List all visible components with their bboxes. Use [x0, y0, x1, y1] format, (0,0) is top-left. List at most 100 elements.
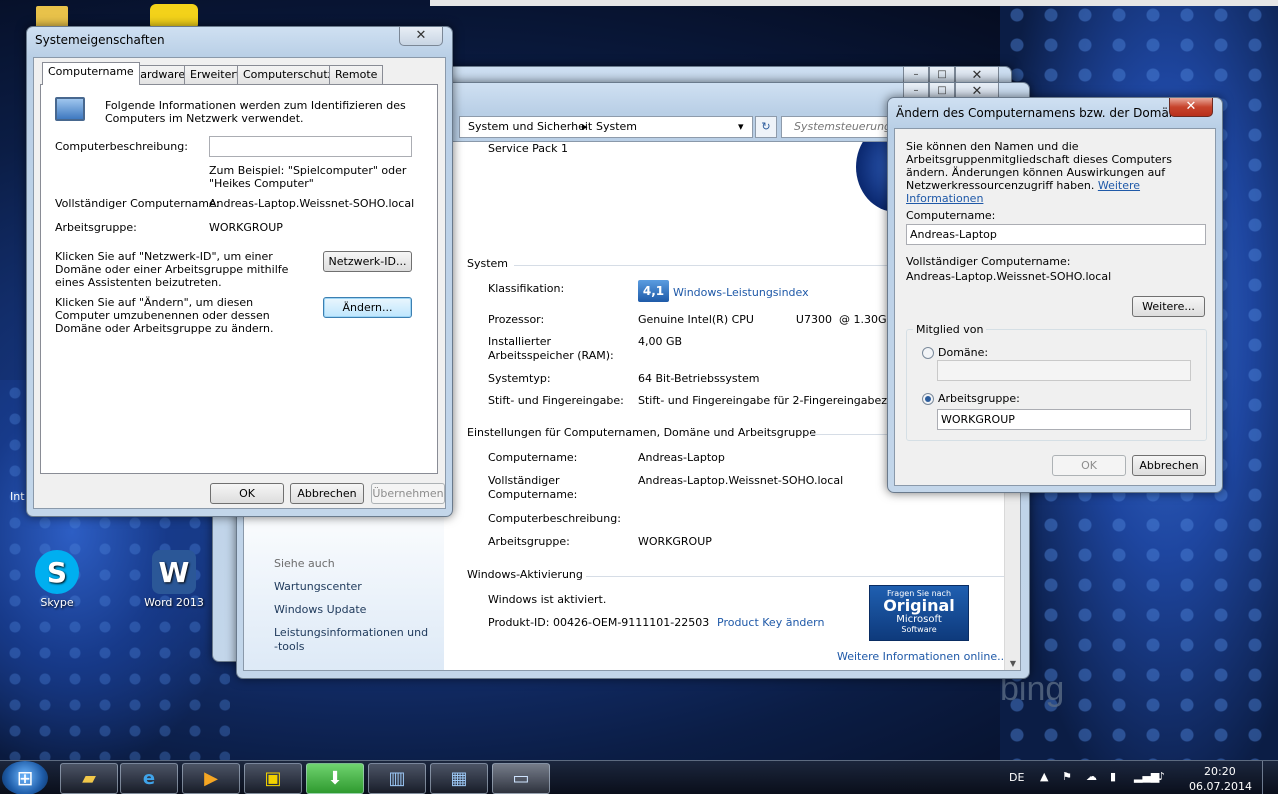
show-desktop-button[interactable] [1262, 761, 1278, 794]
see-also-heading: Siehe auch [274, 557, 335, 570]
computername-input[interactable]: Andreas-Laptop [906, 224, 1206, 245]
row-value-workgroup: WORKGROUP [638, 535, 712, 548]
close-button[interactable]: ✕ [1169, 98, 1213, 117]
cloud-icon[interactable]: ☁ [1086, 770, 1097, 783]
network-icon[interactable]: ▂▄▆ [1134, 770, 1159, 783]
cancel-button[interactable]: Abbrechen [1132, 455, 1206, 476]
row-label-pen-touch: Stift- und Fingereingabe: [488, 394, 624, 407]
link-leistungsinformationen[interactable]: Leistungsinformationen und -tools [274, 626, 434, 654]
taskbar-presentation-icon[interactable]: ▣ [244, 763, 302, 794]
divider [586, 576, 1004, 577]
service-pack-text: Service Pack 1 [488, 142, 568, 155]
search-input[interactable]: Systemsteuerung [781, 116, 891, 138]
ok-button[interactable]: OK [210, 483, 284, 504]
ok-button[interactable]: OK [1052, 455, 1126, 476]
taskbar-media-player-icon[interactable]: ▶ [182, 763, 240, 794]
link-more-info-online[interactable]: Weitere Informationen online... [837, 650, 1008, 663]
taskbar-remote-icon[interactable]: ▥ [368, 763, 426, 794]
domain-radio[interactable] [922, 347, 934, 359]
row-label-description: Computerbeschreibung: [488, 512, 621, 525]
clock-date[interactable]: 06.07.2014 [1189, 780, 1252, 793]
row-label-processor: Prozessor: [488, 313, 545, 326]
section-system-heading: System [467, 257, 509, 270]
row-value-processor: Genuine Intel(R) CPU U7300 @ 1.30GHz 1 [638, 313, 919, 326]
show-hidden-icons[interactable]: ▲ [1040, 770, 1048, 783]
apply-button[interactable]: Übernehmen [371, 483, 445, 504]
genuine-microsoft-badge[interactable]: Fragen Sie nach Original Microsoft Softw… [869, 585, 969, 641]
cancel-button[interactable]: Abbrechen [290, 483, 364, 504]
fullname-label: Vollständiger Computername: [906, 255, 1071, 268]
tab-computerschutz[interactable]: Computerschutz [237, 65, 340, 84]
section-activation-heading: Windows-Aktivierung [467, 568, 583, 581]
genuine-line: Microsoft [896, 614, 942, 625]
tab-remote[interactable]: Remote [329, 65, 384, 84]
tab-panel: Folgende Informationen werden zum Identi… [40, 84, 438, 474]
row-value-pen-touch: Stift- und Fingereingabe für 2-Fingerein… [638, 394, 897, 407]
desktop-icon-word[interactable]: W Word 2013 [139, 550, 209, 609]
rename-dialog: Ändern des Computernamens bzw. der Domän… [887, 97, 1223, 493]
workgroup-label: Arbeitsgruppe: [938, 392, 1020, 405]
workgroup-value: WORKGROUP [209, 221, 283, 234]
change-button[interactable]: Ändern... [323, 297, 412, 318]
volume-icon[interactable]: ♪ [1158, 770, 1165, 783]
language-indicator[interactable]: DE [1009, 771, 1024, 784]
battery-icon[interactable]: ▮ [1110, 770, 1116, 783]
taskbar-internet-explorer-icon[interactable]: e [120, 763, 178, 794]
close-button[interactable]: ✕ [399, 27, 443, 46]
refresh-icon[interactable]: ↻ [755, 116, 777, 138]
description-input[interactable] [209, 136, 412, 157]
computer-icon [55, 97, 85, 121]
row-value-system-type: 64 Bit-Betriebssystem [638, 372, 760, 385]
network-id-text: Klicken Sie auf "Netzwerk-ID", um einer … [55, 250, 289, 289]
link-windows-experience-index[interactable]: Windows-Leistungsindex [673, 286, 809, 299]
taskbar-download-icon[interactable]: ⬇ [306, 763, 364, 794]
dialog-title: Ändern des Computernamens bzw. der Domän… [896, 106, 1184, 120]
link-wartungscenter[interactable]: Wartungscenter [274, 580, 362, 593]
more-button[interactable]: Weitere... [1132, 296, 1205, 317]
intro-text: Folgende Informationen werden zum Identi… [105, 99, 406, 125]
dialog-body: Computername Hardware Erweitert Computer… [33, 57, 446, 509]
workgroup-input[interactable]: WORKGROUP [937, 409, 1191, 430]
desktop-icon-label: Skype [40, 596, 74, 609]
chevron-down-icon[interactable]: ▾ [738, 120, 744, 133]
product-id: Produkt-ID: 00426-OEM-9111101-22503 [488, 616, 710, 629]
dialog-body: Sie können den Namen und die Arbeitsgrup… [894, 128, 1216, 486]
breadcrumb-separator: ▸ [582, 120, 588, 133]
clock-time[interactable]: 20:20 [1204, 765, 1236, 778]
word-icon: W [152, 550, 196, 594]
domain-input[interactable] [937, 360, 1191, 381]
workgroup-radio[interactable] [922, 393, 934, 405]
tab-computername[interactable]: Computername [42, 62, 140, 85]
taskbar: ⊞ ▰ e ▶ ▣ ⬇ ▥ ▦ ▭ DE ▲ ⚑ ☁ ▮ ▂▄▆ ♪ 20:20… [0, 760, 1278, 794]
fullname-value: Andreas-Laptop.Weissnet-SOHO.local [209, 197, 415, 210]
network-id-button[interactable]: Netzwerk-ID... [323, 251, 412, 272]
desktop-icon-partial-label: Int [10, 490, 25, 503]
skype-icon: S [35, 550, 79, 594]
breadcrumb-system[interactable]: System [596, 120, 637, 133]
row-value-fullname: Andreas-Laptop.Weissnet-SOHO.local [638, 474, 844, 487]
change-text: Klicken Sie auf "Ändern", um diesen Comp… [55, 296, 274, 335]
rename-intro: Sie können den Namen und die Arbeitsgrup… [906, 140, 1211, 205]
background-window-edge [430, 0, 1278, 6]
taskbar-explorer-icon[interactable]: ▰ [60, 763, 118, 794]
flag-icon[interactable]: ⚑ [1062, 770, 1072, 783]
breadcrumb-system-security[interactable]: System und Sicherheit [468, 120, 592, 133]
row-label-ram: Installierter Arbeitsspeicher (RAM): [488, 335, 614, 362]
domain-label: Domäne: [938, 346, 989, 359]
row-value-ram: 4,00 GB [638, 335, 683, 348]
start-button[interactable]: ⊞ [2, 761, 48, 794]
folder-icon[interactable] [36, 6, 68, 28]
address-bar[interactable]: System und Sicherheit ▸ System ▾ [459, 116, 753, 138]
dialog-title: Systemeigenschaften [35, 33, 165, 47]
row-label-system-type: Systemtyp: [488, 372, 551, 385]
link-windows-update[interactable]: Windows Update [274, 603, 366, 616]
genuine-line: Software [901, 625, 937, 634]
fullname-label: Vollständiger Computername: [55, 197, 220, 210]
taskbar-control-panel-icon[interactable]: ▦ [430, 763, 488, 794]
taskbar-system-properties-icon[interactable]: ▭ [492, 763, 550, 794]
scroll-down-icon[interactable]: ▼ [1005, 656, 1020, 670]
row-label-workgroup: Arbeitsgruppe: [488, 535, 570, 548]
desktop-icon-skype[interactable]: S Skype [22, 550, 92, 609]
activation-status: Windows ist aktiviert. [488, 593, 607, 606]
link-change-product-key[interactable]: Product Key ändern [717, 616, 824, 629]
